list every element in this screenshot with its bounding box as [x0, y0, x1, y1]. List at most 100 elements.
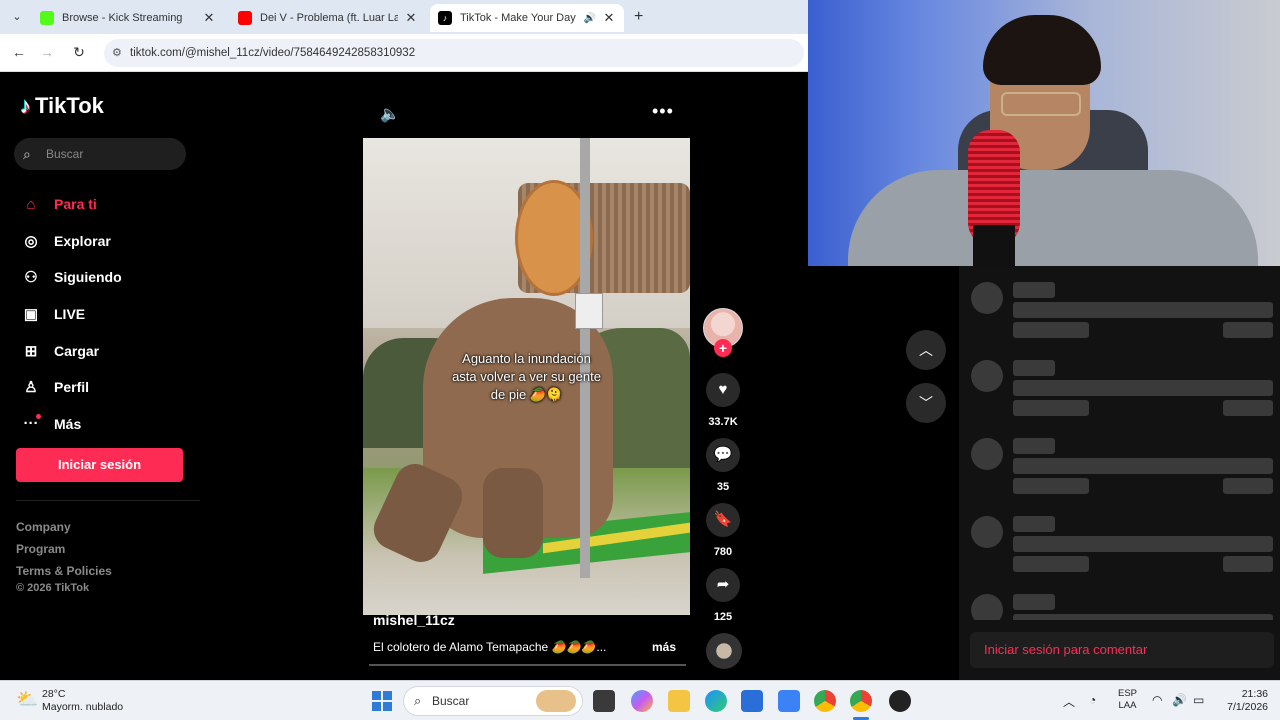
- sidebar-item-explorar[interactable]: ◎ Explorar: [20, 223, 200, 260]
- sidebar-item-para-ti[interactable]: ⌂ Para ti: [20, 186, 200, 223]
- url-text: tiktok.com/@mishel_11cz/video/7584649242…: [130, 47, 416, 59]
- video-progress-bar[interactable]: [369, 664, 686, 666]
- taskbar-search-placeholder: Buscar: [432, 694, 470, 708]
- login-button[interactable]: Iniciar sesión: [16, 448, 183, 482]
- more-options-icon[interactable]: •••: [652, 101, 674, 122]
- video-username[interactable]: mishel_11cz: [373, 612, 455, 628]
- close-tab-icon[interactable]: ✕: [202, 10, 216, 26]
- follow-plus-icon[interactable]: +: [714, 339, 732, 357]
- tab-youtube[interactable]: Dei V - Problema (ft. Luar La L) ✕: [230, 4, 426, 32]
- search-icon: ⌕: [414, 693, 422, 708]
- show-hidden-icons-chevron-icon[interactable]: ︿: [1063, 693, 1075, 710]
- comment-skeleton: [959, 500, 1280, 578]
- video-player[interactable]: Aguanto la inundación asta volver a ver …: [363, 138, 690, 615]
- skeleton-line: [1013, 478, 1089, 494]
- weather-description[interactable]: Mayorm. nublado: [42, 701, 123, 713]
- chrome-profile-icon[interactable]: [814, 690, 836, 712]
- url-field[interactable]: ⚙ tiktok.com/@mishel_11cz/video/75846492…: [104, 39, 804, 67]
- skeleton-line: [1013, 400, 1089, 416]
- music-disc-icon[interactable]: [706, 633, 742, 669]
- close-tab-icon[interactable]: ✕: [602, 10, 616, 26]
- comment-bubble-icon[interactable]: 💬: [706, 438, 740, 472]
- tab-list-chevron-icon[interactable]: ⌄: [8, 8, 26, 26]
- comment-skeleton: [959, 344, 1280, 422]
- like-heart-icon[interactable]: ♥: [706, 373, 740, 407]
- share-arrow-icon[interactable]: ➦: [706, 568, 740, 602]
- webcam-detail: [983, 15, 1101, 85]
- skeleton-avatar: [971, 516, 1003, 548]
- sidebar-item-label: Explorar: [54, 232, 111, 249]
- browser-tab-bar: ⌄ Browse - Kick Streaming ✕ Dei V - Prob…: [0, 0, 808, 34]
- wifi-icon[interactable]: ◠: [1152, 693, 1162, 707]
- more-description-link[interactable]: más: [652, 640, 676, 654]
- previous-video-chevron-up-icon[interactable]: ︿: [906, 330, 946, 370]
- sidebar-nav: ⌂ Para ti ◎ Explorar ⚇ Siguiendo ▣ LIVE …: [20, 186, 200, 442]
- battery-icon[interactable]: ▭: [1193, 693, 1204, 707]
- language-code: ESP: [1118, 688, 1138, 699]
- home-icon: ⌂: [26, 195, 36, 213]
- notification-dot: [36, 413, 41, 419]
- new-tab-icon[interactable]: +: [634, 8, 643, 26]
- system-clock[interactable]: 21:36 7/1/2026: [1224, 688, 1268, 714]
- video-frame-detail: [483, 468, 543, 558]
- sidebar-item-label: LIVE: [54, 306, 86, 323]
- footer-links: Company Program Terms & Policies: [16, 516, 112, 582]
- skeleton-line: [1013, 360, 1055, 376]
- chrome-icon[interactable]: [850, 690, 872, 712]
- weather-temperature[interactable]: 28°C: [42, 688, 65, 700]
- tab-tiktok[interactable]: ♪ TikTok - Make Your Day 🔊 ✕: [430, 4, 624, 32]
- comment-count: 35: [716, 481, 730, 493]
- footer-link-program[interactable]: Program: [16, 538, 112, 560]
- close-tab-icon[interactable]: ✕: [404, 10, 418, 26]
- microsoft-store-icon[interactable]: [741, 690, 763, 712]
- obs-icon[interactable]: [889, 690, 911, 712]
- next-video-chevron-down-icon[interactable]: ﹀: [906, 383, 946, 423]
- webcam-detail: [973, 225, 1015, 266]
- sidebar-item-perfil[interactable]: ♙ Perfil: [20, 369, 200, 406]
- tab-title: Browse - Kick Streaming: [62, 12, 183, 24]
- outlook-icon[interactable]: [778, 690, 800, 712]
- edge-icon[interactable]: [705, 690, 727, 712]
- upload-icon: ⊞: [24, 342, 38, 360]
- taskbar: ⛅ 28°C Mayorm. nublado ⌕ Buscar ︿ ◔ ESP …: [0, 680, 1280, 720]
- network-status-icon[interactable]: ◔: [1089, 693, 1096, 707]
- footer-link-company[interactable]: Company: [16, 516, 112, 538]
- forward-icon[interactable]: →: [38, 44, 56, 60]
- footer-link-terms[interactable]: Terms & Policies: [16, 560, 112, 582]
- sidebar-item-label: Más: [54, 415, 82, 432]
- tab-title: TikTok - Make Your Day: [460, 12, 576, 24]
- task-view-icon[interactable]: [593, 690, 615, 712]
- sidebar-item-label: Siguiendo: [54, 269, 122, 286]
- skeleton-line: [1013, 302, 1273, 318]
- bookmark-icon[interactable]: 🔖: [706, 503, 740, 537]
- windows-start-icon[interactable]: [372, 691, 392, 711]
- sidebar-item-mas[interactable]: ··· Más: [20, 406, 200, 443]
- volume-icon[interactable]: 🔈: [380, 104, 400, 124]
- sidebar-item-label: Para ti: [54, 196, 97, 213]
- tab-kick[interactable]: Browse - Kick Streaming ✕: [32, 4, 224, 32]
- volume-icon[interactable]: 🔊: [1172, 693, 1187, 707]
- weather-cloud-icon[interactable]: ⛅: [16, 689, 38, 710]
- site-info-icon[interactable]: ⚙: [112, 39, 122, 67]
- copilot-icon[interactable]: [631, 690, 653, 712]
- file-explorer-icon[interactable]: [668, 690, 690, 712]
- youtube-favicon-icon: [238, 11, 252, 25]
- search-placeholder: Buscar: [46, 147, 84, 161]
- taskbar-search-input[interactable]: ⌕ Buscar: [403, 686, 583, 716]
- like-count: 33.7K: [708, 416, 738, 428]
- comment-login-bar: Iniciar sesión para comentar: [959, 620, 1280, 680]
- webcam-overlay: [808, 0, 1280, 266]
- login-to-comment-button[interactable]: Iniciar sesión para comentar: [970, 632, 1274, 668]
- tiktok-logo[interactable]: ♪ TikTok: [20, 93, 104, 119]
- kick-favicon-icon: [40, 11, 54, 25]
- speaker-icon[interactable]: 🔊: [584, 13, 596, 24]
- sidebar-item-siguiendo[interactable]: ⚇ Siguiendo: [20, 259, 200, 296]
- reload-icon[interactable]: ↻: [70, 44, 88, 61]
- sidebar-item-cargar[interactable]: ⊞ Cargar: [20, 332, 200, 369]
- sidebar-item-live[interactable]: ▣ LIVE: [20, 296, 200, 333]
- tiktok-favicon-icon: ♪: [438, 11, 452, 25]
- language-indicator[interactable]: ESP LAA: [1118, 688, 1137, 712]
- skeleton-line: [1013, 516, 1055, 532]
- back-icon[interactable]: ←: [10, 44, 28, 60]
- search-input[interactable]: ⌕ Buscar: [14, 138, 186, 170]
